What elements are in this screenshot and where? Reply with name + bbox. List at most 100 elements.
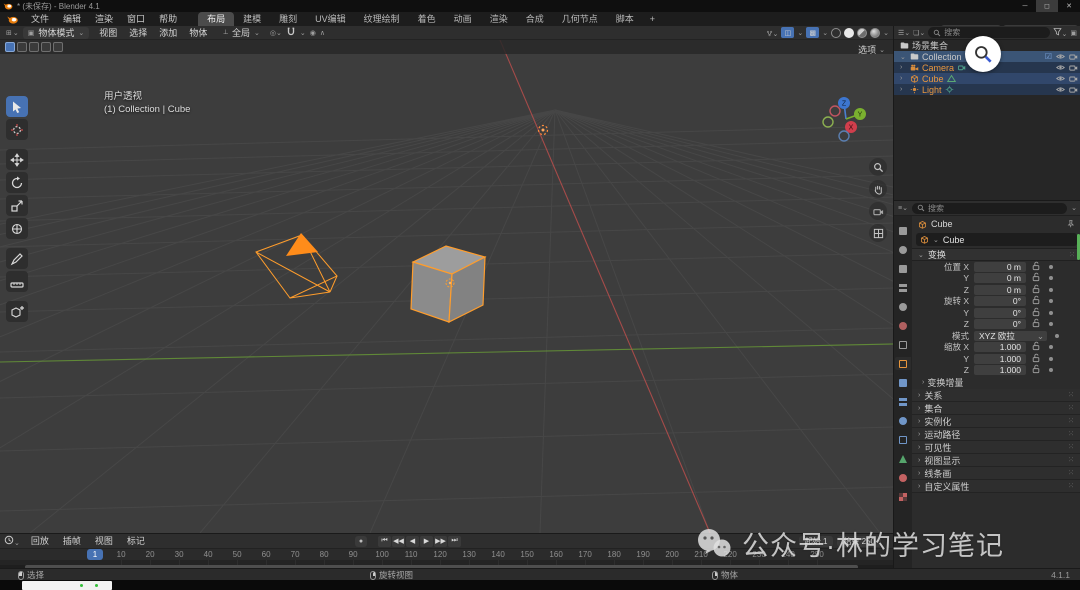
shading-solid-icon[interactable]	[844, 28, 854, 38]
transform-value-field[interactable]: 0 m	[974, 262, 1026, 272]
transform-value-field[interactable]: 0 m	[974, 273, 1026, 283]
snap-caret-icon[interactable]: ⌄	[300, 29, 306, 37]
jump-to-start-button[interactable]: ⏮	[378, 536, 391, 547]
snap-icon[interactable]	[286, 27, 296, 39]
editor-type-icon[interactable]: ⊞	[6, 29, 12, 37]
transform-delta-row[interactable]: › 变换增量	[912, 376, 1080, 389]
lock-open-icon[interactable]	[1032, 261, 1041, 273]
zoom-icon[interactable]	[869, 158, 887, 176]
playhead[interactable]: 1	[87, 549, 103, 560]
properties-tab-scene[interactable]	[895, 300, 911, 313]
section-options-dots-icon[interactable]: ⁙	[1068, 443, 1075, 451]
transform-section-header[interactable]: ⌄ 变换 ⁙	[912, 248, 1080, 261]
new-collection-icon[interactable]: ▣	[1070, 29, 1077, 37]
select-mode-subtract-icon[interactable]	[29, 42, 39, 52]
transform-value-field[interactable]: 0°	[974, 296, 1026, 306]
animate-dot-icon[interactable]	[1049, 299, 1053, 303]
shading-caret-icon[interactable]: ⌄	[883, 29, 889, 37]
workspace-tab-UV编辑[interactable]: UV编辑	[306, 12, 355, 26]
editor-type-caret-icon[interactable]: ⌄	[13, 29, 19, 37]
disable-render-camera-icon[interactable]	[1069, 74, 1078, 83]
outliner-filter-icon[interactable]: ⌄	[1053, 27, 1068, 38]
outliner-display-mode-icon[interactable]: ❏⌄	[913, 29, 925, 37]
section-自定义属性[interactable]: ›自定义属性⁙	[912, 480, 1080, 493]
breadcrumb-object[interactable]: Cube	[931, 219, 953, 229]
section-options-dots-icon[interactable]: ⁙	[1068, 482, 1075, 490]
properties-tab-texture[interactable]	[895, 490, 911, 503]
play-reverse-button[interactable]: ◀	[406, 536, 419, 547]
tool-add-cube[interactable]	[6, 301, 28, 322]
tool-move[interactable]	[6, 149, 28, 170]
orientation-caret-icon[interactable]: ⌄	[254, 29, 260, 37]
outliner-editor-icon[interactable]: ☰⌄	[898, 29, 910, 37]
cube-object[interactable]	[411, 246, 485, 322]
minimize-button[interactable]: ─	[1014, 0, 1036, 12]
menu-窗口[interactable]: 窗口	[120, 12, 152, 26]
rotation-mode-dropdown[interactable]: XYZ 欧拉⌄	[974, 331, 1047, 341]
timeline-menu-标记[interactable]: 标记	[120, 534, 152, 548]
workspace-tab-合成[interactable]: 合成	[517, 12, 553, 26]
workspace-tab-渲染[interactable]: 渲染	[481, 12, 517, 26]
select-mode-extend-icon[interactable]	[17, 42, 27, 52]
tool-scale[interactable]	[6, 195, 28, 216]
overlays-caret-icon[interactable]: ⌄	[797, 29, 803, 37]
viewport-menu-物体[interactable]: 物体	[183, 26, 213, 40]
disable-render-camera-icon[interactable]	[1069, 63, 1078, 72]
properties-tab-render[interactable]	[895, 243, 911, 256]
hide-eye-icon[interactable]	[1056, 52, 1065, 61]
timeline-menu-插帧[interactable]: 插帧	[56, 534, 88, 548]
lock-open-icon[interactable]	[1032, 341, 1041, 353]
camera-object[interactable]	[256, 233, 337, 298]
section-options-dots-icon[interactable]: ⁙	[1068, 404, 1075, 412]
section-options-dots-icon[interactable]: ⁙	[1068, 391, 1075, 399]
tool-measure[interactable]	[6, 271, 28, 292]
properties-options-caret-icon[interactable]: ⌄	[1071, 204, 1077, 212]
lock-open-icon[interactable]	[1032, 284, 1041, 296]
maximize-button[interactable]: ◻	[1036, 0, 1058, 12]
expand-caret-icon[interactable]: ›	[900, 86, 907, 93]
expand-caret-icon[interactable]: ›	[900, 64, 907, 71]
animate-dot-icon[interactable]	[1049, 265, 1053, 269]
properties-tab-modifiers[interactable]	[895, 376, 911, 389]
animate-dot-icon[interactable]	[1049, 288, 1053, 292]
taskbar-window-preview[interactable]	[22, 581, 112, 590]
section-options-dots-icon[interactable]: ⁙	[1068, 430, 1075, 438]
properties-search-input[interactable]: 搜索	[912, 203, 1067, 214]
viewport-3d[interactable]: 选项 ⌄ 用户透视 (1) Collection | Cube Z Y X	[0, 40, 893, 533]
object-label[interactable]: Camera	[922, 63, 954, 73]
section-关系[interactable]: ›关系⁙	[912, 389, 1080, 402]
disable-render-camera-icon[interactable]	[1069, 52, 1078, 61]
properties-tab-object-data[interactable]	[895, 452, 911, 465]
navigation-gizmo[interactable]: Z Y X	[817, 92, 877, 144]
hide-eye-icon[interactable]	[1056, 85, 1065, 94]
animate-dot-icon[interactable]	[1049, 276, 1053, 280]
properties-tab-collection[interactable]	[895, 338, 911, 351]
lock-open-icon[interactable]	[1032, 272, 1041, 284]
outliner-row-light[interactable]: › Light	[894, 84, 1080, 95]
frame-start-field[interactable]: 起始 1	[799, 536, 834, 547]
tool-select-box[interactable]	[6, 96, 28, 117]
select-mode-invert-icon[interactable]	[41, 42, 51, 52]
transform-value-field[interactable]: 1.000	[974, 342, 1026, 352]
expand-caret-icon[interactable]: ⌄	[900, 53, 907, 61]
hide-eye-icon[interactable]	[1056, 63, 1065, 72]
properties-tab-constraints[interactable]	[895, 433, 911, 446]
lock-open-icon[interactable]	[1032, 295, 1041, 307]
shading-material-icon[interactable]	[857, 28, 867, 38]
select-mode-intersect-icon[interactable]	[53, 42, 63, 52]
tool-rotate[interactable]	[6, 172, 28, 193]
select-mode-new-icon[interactable]	[5, 42, 15, 52]
rotation-mode-animate-dot[interactable]	[1055, 334, 1059, 338]
workspace-tab-着色[interactable]: 着色	[409, 12, 445, 26]
animate-dot-icon[interactable]	[1049, 311, 1053, 315]
lock-open-icon[interactable]	[1032, 307, 1041, 319]
transform-value-field[interactable]: 1.000	[974, 365, 1026, 375]
workspace-tab-几何节点[interactable]: 几何节点	[553, 12, 607, 26]
section-options-dots-icon[interactable]: ⁙	[1068, 417, 1075, 425]
options-dropdown[interactable]: 选项 ⌄	[858, 43, 885, 56]
add-workspace-button[interactable]: +	[643, 14, 662, 24]
viewport-menu-视图[interactable]: 视图	[93, 26, 123, 40]
object-label[interactable]: Light	[922, 85, 942, 95]
shading-wireframe-icon[interactable]	[831, 28, 841, 38]
animate-dot-icon[interactable]	[1049, 345, 1053, 349]
